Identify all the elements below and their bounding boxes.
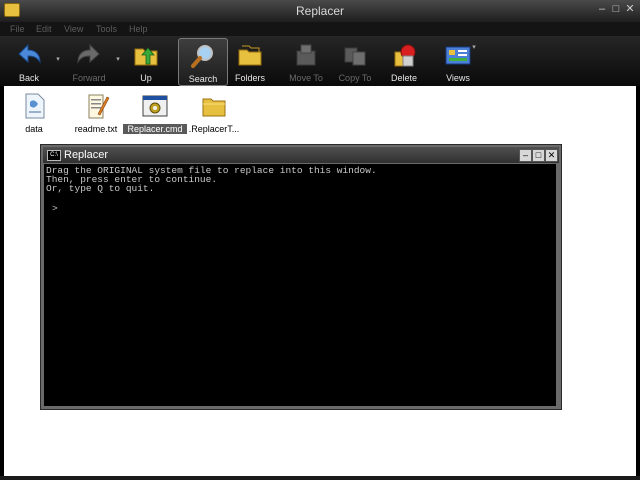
menu-help[interactable]: Help	[129, 24, 148, 34]
console-title: Replacer	[64, 149, 109, 161]
title-bar[interactable]: Replacer – □ ✕	[0, 0, 640, 22]
menu-edit[interactable]: Edit	[36, 24, 52, 34]
delete-label: Delete	[390, 73, 417, 83]
console-window[interactable]: C:\ Replacer – □ ✕ Drag the ORIGINAL sys…	[40, 144, 562, 410]
menu-tools[interactable]: Tools	[96, 24, 117, 34]
delete-button[interactable]: Delete	[380, 38, 428, 84]
delete-icon	[394, 44, 416, 67]
text-file-icon	[82, 92, 110, 120]
minimize-icon[interactable]: –	[596, 3, 608, 15]
move-to-icon	[296, 44, 316, 66]
console-prompt: >	[52, 203, 58, 214]
console-maximize-icon[interactable]: □	[532, 149, 545, 162]
search-label: Search	[188, 74, 218, 84]
folders-icon	[238, 45, 262, 66]
folder-up-icon	[134, 47, 158, 66]
file-name: readme.txt	[74, 124, 118, 134]
back-label: Back	[18, 73, 39, 83]
file-item-data[interactable]: data	[2, 92, 66, 134]
close-icon[interactable]: ✕	[624, 3, 636, 15]
move-to-label: Move To	[289, 73, 323, 83]
console-icon: C:\	[47, 150, 61, 161]
console-output[interactable]: Drag the ORIGINAL system file to replace…	[44, 164, 556, 406]
menu-file[interactable]: File	[10, 24, 25, 34]
file-item-readme[interactable]: readme.txt	[64, 92, 128, 134]
up-label: Up	[140, 73, 152, 83]
copy-to-icon	[344, 47, 366, 66]
views-label: Views	[446, 73, 470, 83]
file-item-replacer-cmd[interactable]: Replacer.cmd	[123, 92, 187, 134]
search-button[interactable]: Search	[178, 38, 228, 86]
file-item-replacer-folder[interactable]: .ReplacerT...	[182, 92, 246, 134]
forward-dropdown-icon[interactable]: ▾	[114, 56, 122, 64]
file-name-selected: Replacer.cmd	[123, 124, 187, 134]
folders-label: Folders	[234, 73, 265, 83]
console-line: Or, type Q to quit.	[46, 183, 155, 194]
back-arrow-icon	[18, 43, 41, 64]
copy-to-button[interactable]: Copy To	[331, 38, 379, 84]
copy-to-label: Copy To	[338, 73, 372, 83]
toolbar: Back ▾ Forward ▾ Up Search Folders Move …	[0, 36, 640, 86]
window-title: Replacer	[295, 4, 345, 18]
forward-label: Forward	[72, 73, 106, 83]
console-minimize-icon[interactable]: –	[519, 149, 532, 162]
file-name: data	[25, 124, 43, 134]
up-button[interactable]: Up	[122, 38, 170, 84]
file-name: .ReplacerT...	[188, 124, 240, 134]
forward-arrow-icon	[77, 43, 100, 64]
maximize-icon[interactable]: □	[610, 3, 622, 15]
move-to-button[interactable]: Move To	[282, 38, 330, 84]
console-title-bar[interactable]: C:\ Replacer – □ ✕	[43, 147, 559, 163]
explorer-window: Replacer – □ ✕ File Edit View Tools Help…	[0, 0, 640, 480]
bottom-frame	[0, 476, 640, 480]
menu-bar: File Edit View Tools Help	[0, 22, 640, 36]
menu-view[interactable]: View	[64, 24, 83, 34]
folder-icon	[200, 92, 228, 120]
console-close-icon[interactable]: ✕	[545, 149, 558, 162]
forward-button[interactable]: Forward	[65, 38, 113, 84]
back-button[interactable]: Back	[5, 38, 53, 84]
search-icon	[191, 45, 213, 68]
document-icon	[20, 92, 48, 120]
cmd-script-icon	[141, 92, 169, 120]
back-dropdown-icon[interactable]: ▾	[54, 56, 62, 64]
views-icon	[445, 46, 471, 65]
folders-button[interactable]: Folders	[226, 38, 274, 84]
views-dropdown-icon[interactable]: ▾	[470, 44, 478, 52]
